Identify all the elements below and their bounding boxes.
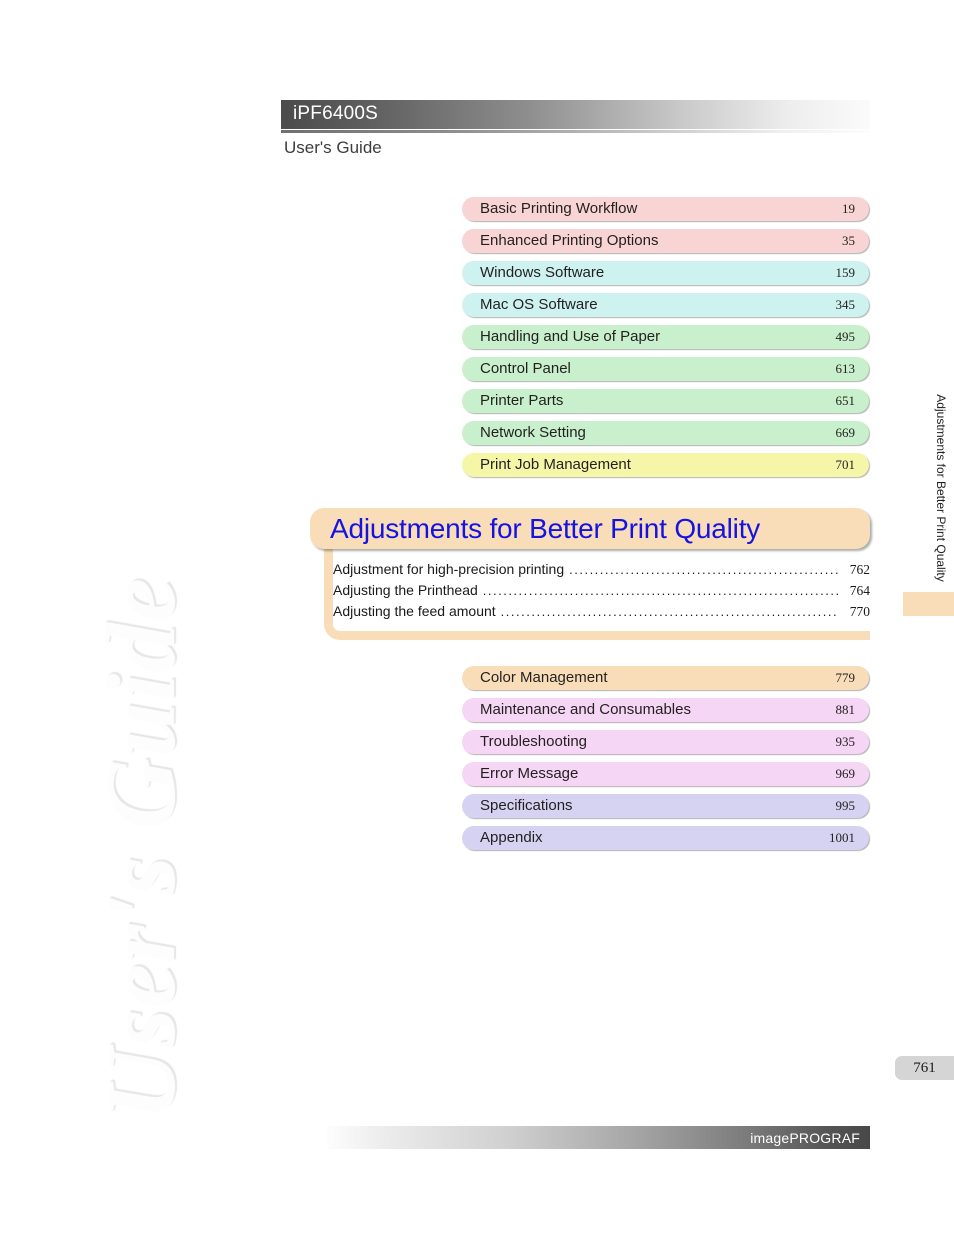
chapter-pill-page: 613 [835, 361, 856, 376]
page-number-tab: 761 [895, 1056, 954, 1080]
chapter-pill-label: Basic Printing Workflow [480, 200, 638, 217]
chapter-pill-page: 779 [835, 670, 856, 685]
section-entry-page: 762 [849, 562, 870, 577]
side-chapter-tab-marker [903, 592, 954, 616]
chapter-pill[interactable]: Troubleshooting 935 [462, 730, 869, 754]
section-entry-leader: ........................................… [482, 583, 838, 598]
chapter-pill-page: 935 [835, 734, 856, 749]
chapter-pill-label: Printer Parts [480, 392, 564, 409]
side-chapter-tab-label: Adjustments for Better Print Quality [934, 394, 948, 582]
chapter-pill-label: Windows Software [480, 264, 605, 281]
page-watermark: User's Guide [87, 577, 196, 1120]
chapter-pill-page: 995 [835, 798, 856, 813]
chapter-pill[interactable]: Maintenance and Consumables 881 [462, 698, 869, 722]
document-subtitle: User's Guide [284, 138, 382, 157]
chapter-pill[interactable]: Handling and Use of Paper 495 [462, 325, 869, 349]
section-entry[interactable]: Adjustment for high-precision printing..… [333, 559, 870, 580]
chapter-pill-label: Appendix [480, 829, 543, 846]
footer-brand-label: imagePROGRAF [750, 1129, 860, 1146]
section-entry-leader: ........................................… [500, 604, 838, 619]
chapter-pill-label: Troubleshooting [480, 733, 588, 750]
page-number-value: 761 [913, 1059, 936, 1076]
section-entry[interactable]: Adjusting the feed amount...............… [333, 601, 870, 622]
chapter-list-top: Basic Printing Workflow 19 Enhanced Printi… [462, 197, 869, 485]
section-entry-title: Adjusting the Printhead [333, 582, 478, 598]
chapter-pill-label: Handling and Use of Paper [480, 328, 661, 345]
chapter-pill[interactable]: Error Message 969 [462, 762, 869, 786]
chapter-pill[interactable]: Network Setting 669 [462, 421, 869, 445]
chapter-pill-page: 19 [842, 201, 855, 216]
chapter-list-bottom: Color Management 779 Maintenance and Consu… [462, 666, 869, 858]
section-entry[interactable]: Adjusting the Printhead.................… [333, 580, 870, 601]
chapter-pill-page: 669 [835, 425, 856, 440]
chapter-pill-label: Network Setting [480, 424, 586, 441]
current-chapter-banner[interactable]: Adjustments for Better Print Quality [310, 508, 870, 549]
chapter-pill-page: 495 [835, 329, 856, 344]
section-entry-leader: ........................................… [569, 562, 838, 577]
printer-model-title: iPF6400S [293, 103, 379, 124]
chapter-pill-label: Control Panel [480, 360, 571, 377]
chapter-pill-label: Error Message [480, 765, 579, 782]
chapter-pill[interactable]: Mac OS Software 345 [462, 293, 869, 317]
chapter-pill-label: Enhanced Printing Options [480, 232, 659, 249]
chapter-pill-page: 881 [835, 702, 856, 717]
chapter-pill-label: Mac OS Software [480, 296, 598, 313]
section-entry-title: Adjustment for high-precision printing [333, 561, 565, 577]
section-entry-title: Adjusting the feed amount [333, 603, 496, 619]
chapter-pill[interactable]: Enhanced Printing Options 35 [462, 229, 869, 253]
chapter-pill-label: Color Management [480, 669, 608, 686]
chapter-pill-label: Maintenance and Consumables [480, 701, 691, 718]
chapter-pill-page: 159 [835, 265, 856, 280]
header-bar: iPF6400S [281, 100, 870, 129]
chapter-pill[interactable]: Specifications 995 [462, 794, 869, 818]
chapter-pill-label: Print Job Management [480, 456, 631, 473]
chapter-pill[interactable]: Appendix 1001 [462, 826, 869, 850]
chapter-pill[interactable]: Basic Printing Workflow 19 [462, 197, 869, 221]
chapter-pill-page: 35 [842, 233, 855, 248]
section-entry-page: 764 [849, 583, 870, 598]
chapter-pill-page: 1001 [829, 830, 855, 845]
chapter-pill[interactable]: Control Panel 613 [462, 357, 869, 381]
chapter-pill-label: Specifications [480, 797, 573, 814]
header-divider [281, 130, 870, 133]
chapter-pill[interactable]: Color Management 779 [462, 666, 869, 690]
current-chapter-title: Adjustments for Better Print Quality [330, 512, 761, 544]
chapter-pill-page: 651 [835, 393, 856, 408]
chapter-pill-page: 701 [835, 457, 856, 472]
chapter-pill-page: 969 [835, 766, 856, 781]
chapter-pill[interactable]: Print Job Management 701 [462, 453, 869, 477]
chapter-pill[interactable]: Windows Software 159 [462, 261, 869, 285]
current-chapter-block: Adjustments for Better Print Quality Adj… [310, 508, 870, 640]
current-chapter-section-list: Adjustment for high-precision printing..… [310, 549, 870, 622]
section-entry-page: 770 [849, 604, 870, 619]
footer-bar: imagePROGRAF [327, 1126, 870, 1149]
chapter-pill[interactable]: Printer Parts 651 [462, 389, 869, 413]
chapter-pill-page: 345 [835, 297, 856, 312]
